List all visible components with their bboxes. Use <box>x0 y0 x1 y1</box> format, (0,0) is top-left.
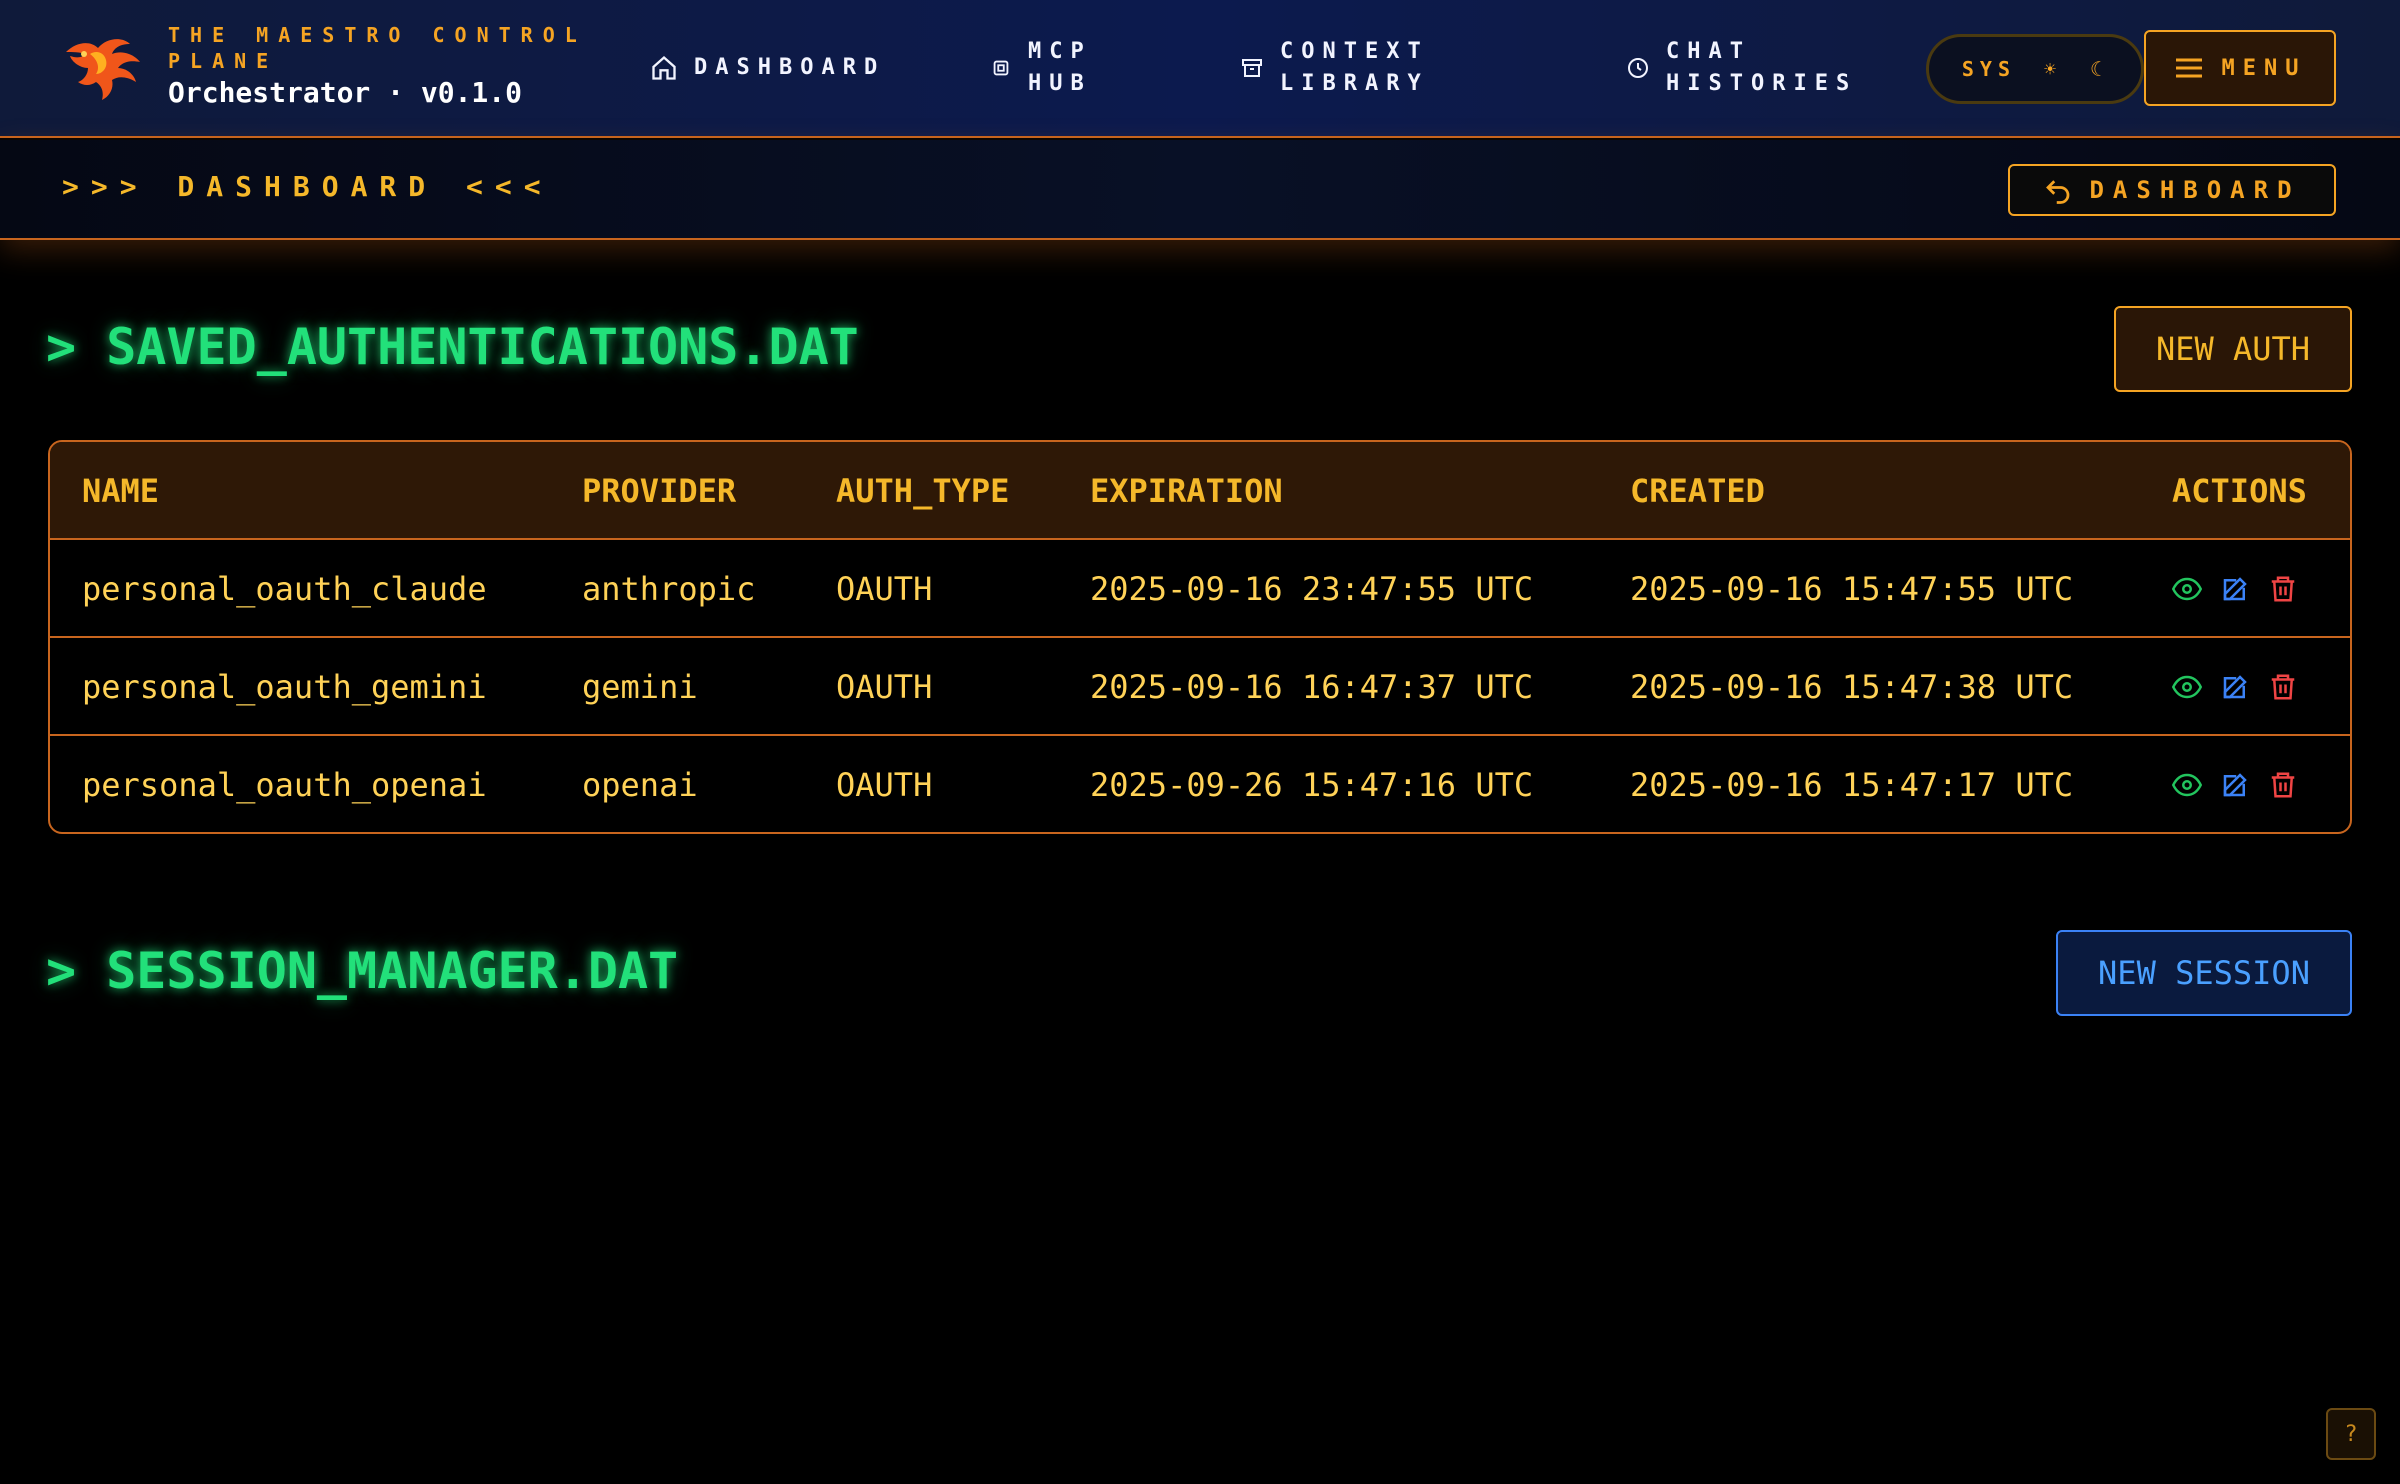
page-header-bar: >>> DASHBOARD <<< DASHBOARD <box>0 140 2400 240</box>
sun-icon[interactable]: ☀ <box>2044 57 2062 81</box>
cell-name: personal_oauth_openai <box>82 766 487 804</box>
table-row: personal_oauth_openai openai OAUTH 2025-… <box>50 736 2350 832</box>
hamburger-icon <box>2175 58 2202 78</box>
cell-created: 2025-09-16 15:47:55 UTC <box>1630 570 2074 608</box>
back-button-label: DASHBOARD <box>2089 176 2301 204</box>
back-arrow-icon <box>2046 180 2070 204</box>
cell-expiration: 2025-09-16 23:47:55 UTC <box>1090 570 1534 608</box>
auth-table: NAME PROVIDER AUTH_TYPE EXPIRATION CREAT… <box>48 440 2352 834</box>
table-row: personal_oauth_gemini gemini OAUTH 2025-… <box>50 638 2350 736</box>
table-row: personal_oauth_claude anthropic OAUTH 20… <box>50 540 2350 638</box>
cell-name: personal_oauth_gemini <box>82 668 487 706</box>
menu-button[interactable]: MENU <box>2144 30 2336 106</box>
cell-provider: openai <box>582 766 698 804</box>
eye-icon[interactable] <box>2172 770 2202 800</box>
eye-icon[interactable] <box>2172 574 2202 604</box>
clock-icon <box>1628 58 1648 78</box>
cell-expiration: 2025-09-26 15:47:16 UTC <box>1090 766 1534 804</box>
row-actions <box>2172 736 2298 832</box>
auth-section-title: > SAVED_AUTHENTICATIONS.DAT <box>46 318 859 376</box>
help-button[interactable]: ? <box>2326 1408 2376 1460</box>
cell-created: 2025-09-16 15:47:17 UTC <box>1630 766 2074 804</box>
edit-icon[interactable] <box>2220 770 2250 800</box>
archive-icon <box>1242 59 1262 77</box>
nav-item-mcp-hub[interactable]: MCP HUB <box>990 36 1120 100</box>
top-nav-bar: THE MAESTRO CONTROL PLANE Orchestrator ·… <box>0 0 2400 138</box>
row-actions <box>2172 540 2298 638</box>
nav-label-dashboard: DASHBOARD <box>694 55 886 80</box>
eye-icon[interactable] <box>2172 672 2202 702</box>
cell-provider: gemini <box>582 668 698 706</box>
page-title: >>> DASHBOARD <<< <box>62 170 553 203</box>
new-auth-button[interactable]: NEW AUTH <box>2114 306 2352 392</box>
column-header-provider[interactable]: PROVIDER <box>582 442 736 540</box>
cell-expiration: 2025-09-16 16:47:37 UTC <box>1090 668 1534 706</box>
column-header-actions: ACTIONS <box>2172 472 2307 510</box>
table-header-row: NAME PROVIDER AUTH_TYPE EXPIRATION CREAT… <box>50 442 2350 540</box>
moon-icon[interactable]: ☾ <box>2090 57 2108 81</box>
theme-toggle[interactable]: SYS ☀ ☾ <box>1926 34 2144 104</box>
back-to-dashboard-button[interactable]: DASHBOARD <box>2008 164 2336 216</box>
edit-icon[interactable] <box>2220 672 2250 702</box>
column-header-expiration[interactable]: EXPIRATION <box>1090 442 1283 540</box>
session-section-title: > SESSION_MANAGER.DAT <box>46 942 679 1000</box>
menu-label: MENU <box>2221 55 2307 81</box>
brand-title: Orchestrator · v0.1.0 <box>168 76 523 109</box>
row-actions <box>2172 638 2298 736</box>
brand-subtitle: THE MAESTRO CONTROL PLANE <box>168 23 587 73</box>
cell-auth-type: OAUTH <box>836 668 933 706</box>
cell-name: personal_oauth_claude <box>82 570 487 608</box>
trash-icon[interactable] <box>2268 672 2298 702</box>
phoenix-logo-icon[interactable] <box>60 34 146 100</box>
nav-label-chat-histories: CHAT HISTORIES <box>1666 39 1858 96</box>
theme-toggle-label: SYS <box>1961 57 2017 81</box>
cell-auth-type: OAUTH <box>836 766 933 804</box>
cell-provider: anthropic <box>582 570 756 608</box>
nav-item-chat-histories[interactable]: CHAT HISTORIES <box>1626 36 1856 100</box>
home-icon <box>652 55 676 80</box>
nav-label-context-library: CONTEXT LIBRARY <box>1280 39 1429 96</box>
nav-label-mcp-hub: MCP HUB <box>1028 39 1092 96</box>
column-header-auth-type[interactable]: AUTH_TYPE <box>836 442 1009 540</box>
trash-icon[interactable] <box>2268 574 2298 604</box>
column-header-created[interactable]: CREATED <box>1630 442 1765 540</box>
nav-item-dashboard[interactable]: DASHBOARD <box>650 52 885 84</box>
column-header-name[interactable]: NAME <box>82 442 159 540</box>
cell-auth-type: OAUTH <box>836 570 933 608</box>
cell-created: 2025-09-16 15:47:38 UTC <box>1630 668 2074 706</box>
trash-icon[interactable] <box>2268 770 2298 800</box>
edit-icon[interactable] <box>2220 574 2250 604</box>
new-session-button[interactable]: NEW SESSION <box>2056 930 2352 1016</box>
nav-item-context-library[interactable]: CONTEXT LIBRARY <box>1240 36 1460 100</box>
chip-icon <box>993 60 1009 76</box>
